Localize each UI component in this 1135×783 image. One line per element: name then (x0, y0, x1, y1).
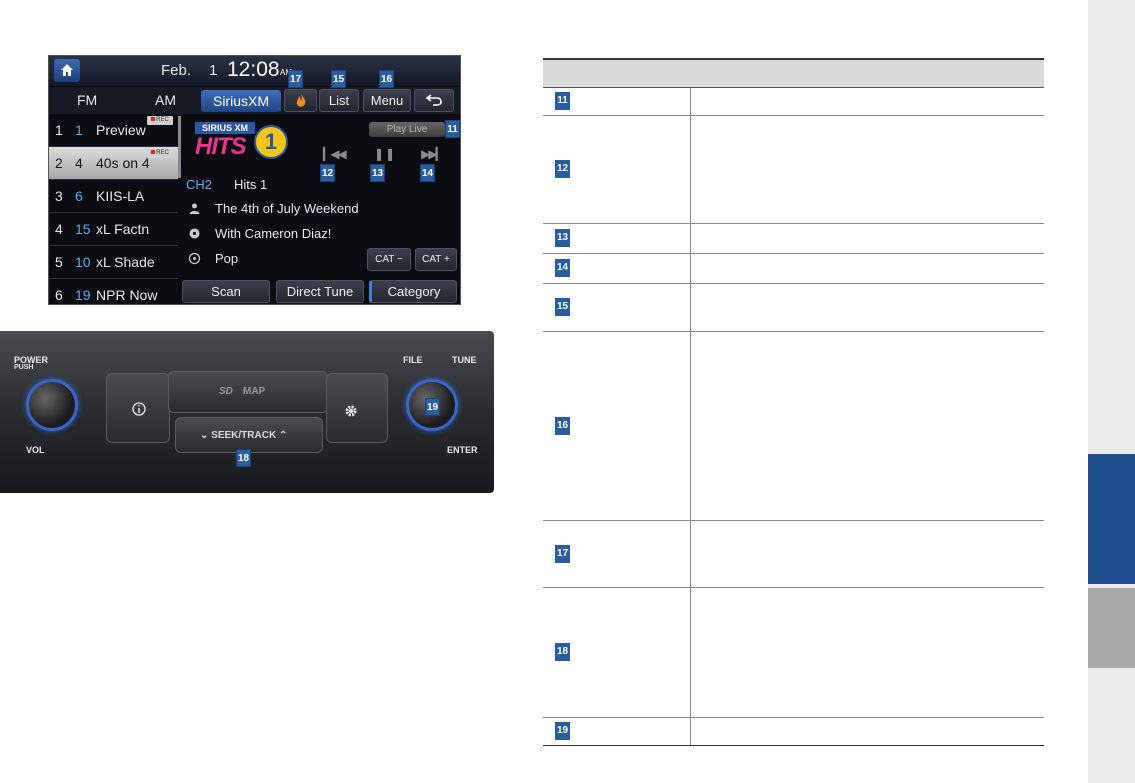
control-panel: POWER PUSH VOL SD MAP ⌄ SEEK/TRACK ⌃ FIL… (0, 331, 494, 493)
table-row: 14 (543, 253, 1044, 284)
gear-icon (345, 405, 357, 417)
callout-badge: 18 (555, 643, 570, 661)
info-button[interactable] (106, 373, 170, 443)
category-button[interactable]: Category (369, 280, 457, 303)
callout-badge: 11 (555, 92, 570, 110)
callout-badge: 17 (288, 70, 303, 88)
callout-badge: 12 (320, 164, 335, 182)
callout-badge: 19 (425, 398, 440, 416)
clock: 12:08 (227, 58, 280, 81)
chevron-up-icon: ⌃ (278, 430, 288, 441)
callout-badge: 14 (420, 164, 435, 182)
info-icon (132, 402, 146, 416)
file-label: FILE (403, 355, 423, 365)
enter-label: ENTER (447, 445, 478, 455)
table-row: 19 (543, 717, 1044, 746)
menu-button[interactable]: Menu (363, 89, 411, 112)
band-am[interactable]: AM (155, 92, 176, 108)
home-button[interactable] (54, 59, 80, 82)
scan-button[interactable]: Scan (182, 280, 270, 303)
callout-badge: 15 (331, 70, 346, 88)
preset-item[interactable]: 6 19 NPR Now (49, 279, 178, 304)
table-row: 15 (543, 283, 1044, 332)
power-volume-knob[interactable] (26, 379, 78, 431)
preset-item-selected[interactable]: 2 4 40s on 4 REC (49, 147, 178, 180)
side-tab-active[interactable] (1088, 454, 1135, 584)
callout-badge: 18 (236, 449, 251, 467)
preset-item[interactable]: 5 10 xL Shade (49, 246, 178, 279)
list-button[interactable]: List (319, 89, 359, 112)
artist-name: The 4th of July Weekend (215, 201, 359, 216)
rec-badge: REC (147, 149, 173, 158)
skip-back-button[interactable]: ▎◀◀ (323, 147, 347, 161)
table-row: 11 (543, 87, 1044, 116)
callout-badge: 11 (445, 120, 460, 138)
preset-item[interactable]: 3 6 KIIS-LA (49, 180, 178, 213)
cat-plus-button[interactable]: CAT + (415, 248, 457, 271)
skip-forward-button[interactable]: ▶▶▎ (421, 147, 445, 161)
channel-name: Hits 1 (234, 177, 268, 192)
flame-icon (296, 94, 305, 107)
category-icon (188, 252, 201, 265)
callout-badge: 14 (555, 259, 570, 277)
callout-badge: 12 (555, 160, 570, 178)
callout-badge: 15 (555, 298, 570, 316)
date-day: 1 (209, 62, 218, 79)
preset-item[interactable]: 1 1 Preview REC (49, 114, 178, 147)
song-title: With Cameron Diaz! (215, 226, 332, 241)
cat-minus-button[interactable]: CAT − (367, 248, 411, 271)
head-unit-screen: Feb. 1 12:08 AM FM AM SiriusXM List Menu… (48, 55, 461, 305)
back-icon (425, 94, 442, 106)
push-label: PUSH (14, 364, 34, 371)
callout-badge: 19 (555, 722, 570, 740)
direct-tune-button[interactable]: Direct Tune (276, 280, 364, 303)
vol-label: VOL (26, 445, 45, 455)
reference-table: 11 12 13 14 15 16 17 18 19 (543, 58, 1044, 746)
preset-scrollbar[interactable] (178, 116, 181, 178)
category-name: Pop (215, 251, 239, 266)
table-row: 16 (543, 331, 1044, 521)
table-row: 17 (543, 520, 1044, 588)
artist-icon (189, 203, 200, 214)
table-row: 18 (543, 587, 1044, 718)
back-button[interactable] (414, 89, 454, 112)
table-header (543, 58, 690, 88)
tune-label: TUNE (452, 355, 477, 365)
callout-badge: 17 (555, 544, 570, 563)
callout-badge: 16 (379, 70, 394, 88)
song-icon (189, 228, 200, 239)
table-header-row (543, 58, 1044, 88)
pause-button[interactable]: ❚❚ (374, 147, 396, 161)
side-tab[interactable] (1088, 588, 1135, 668)
table-row: 13 (543, 223, 1044, 254)
callout-badge: 13 (370, 164, 385, 182)
rec-badge: REC (147, 116, 173, 125)
band-fm[interactable]: FM (77, 92, 97, 108)
play-live-button[interactable]: Play Live (369, 122, 445, 137)
channel-number: CH2 (186, 177, 213, 192)
channel-logo: SIRIUS XM HITS 1 (195, 122, 290, 164)
chevron-down-icon: ⌄ (200, 430, 209, 441)
home-icon (61, 64, 73, 76)
seek-track-label: SEEK/TRACK (211, 430, 277, 441)
preset-item[interactable]: 4 15 xL Factn (49, 213, 178, 246)
date-month: Feb. (161, 62, 192, 79)
seek-track-button[interactable]: ⌄ SEEK/TRACK ⌃ (175, 417, 323, 453)
band-siriusxm[interactable]: SiriusXM (201, 90, 281, 112)
sxm-button[interactable] (284, 89, 317, 112)
callout-badge: 16 (555, 416, 570, 435)
callout-badge: 13 (555, 229, 570, 247)
table-header (690, 58, 1044, 88)
table-row: 12 (543, 115, 1044, 224)
sd-map-button[interactable]: SD MAP (168, 371, 328, 413)
map-label: MAP (243, 386, 266, 397)
setup-button[interactable] (326, 373, 388, 443)
